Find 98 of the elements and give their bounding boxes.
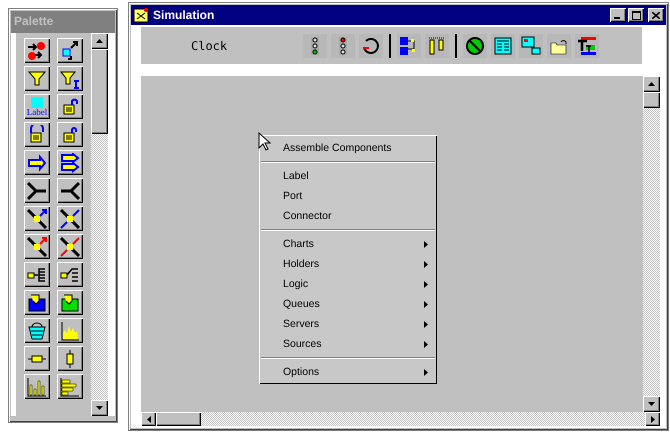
bar-chart-icon — [27, 376, 47, 396]
junction-icon — [27, 208, 47, 228]
toolbar-button[interactable] — [463, 34, 487, 58]
horizontal-bar-chart-icon — [60, 376, 80, 396]
up-arrow-icon — [648, 82, 655, 86]
palette-tool-button[interactable] — [57, 346, 83, 371]
scrollbar[interactable] — [91, 33, 108, 416]
tray-icon — [60, 292, 80, 312]
palette-tool-button[interactable] — [57, 122, 83, 147]
menu-item[interactable]: Queues — [259, 294, 437, 314]
scrollbar[interactable] — [643, 76, 660, 412]
mouse-pointer-icon — [258, 132, 272, 152]
double-arrow-icon — [60, 152, 80, 172]
app-icon — [133, 7, 149, 23]
menu-item[interactable]: Sources — [259, 334, 437, 354]
palette-tool-button[interactable] — [24, 318, 50, 343]
palette-tool-button[interactable] — [24, 38, 50, 63]
down-arrow-icon — [96, 406, 103, 410]
text-style-icon — [577, 36, 597, 56]
funnel-icon — [60, 68, 80, 88]
toolbar-button[interactable] — [425, 34, 449, 58]
merge-icon — [27, 180, 47, 200]
menu-item[interactable]: Port — [259, 186, 437, 206]
palette-tool-button[interactable] — [57, 234, 83, 259]
menu-item[interactable]: Label — [259, 166, 437, 186]
palette-tool-button[interactable] — [24, 150, 50, 175]
palette-tool-button[interactable] — [24, 262, 50, 287]
close-icon — [652, 12, 660, 18]
palette-tool-button[interactable] — [57, 262, 83, 287]
right-arrow-icon — [650, 416, 654, 422]
reset-icon — [361, 36, 381, 56]
scroll-down-button[interactable] — [91, 400, 108, 416]
window-title: Palette — [11, 11, 115, 33]
bucket-icon — [27, 320, 47, 340]
menu-item[interactable]: Servers — [259, 314, 437, 334]
palette-tool-button[interactable] — [24, 206, 50, 231]
menu-item[interactable]: Connector — [259, 206, 437, 226]
palette-tool-button[interactable] — [24, 178, 50, 203]
toolbar-button[interactable] — [397, 34, 421, 58]
palette-tool-button[interactable] — [57, 150, 83, 175]
toolbar-button[interactable] — [303, 34, 327, 58]
toolbar-button[interactable] — [359, 34, 383, 58]
junction-icon — [60, 236, 80, 256]
prohibited-icon — [465, 36, 485, 56]
menu-item[interactable]: Options — [259, 362, 437, 382]
palette-tool-button[interactable] — [24, 122, 50, 147]
square-arrows-icon — [60, 40, 80, 60]
scroll-up-button[interactable] — [643, 76, 660, 92]
palette-tool-button[interactable] — [57, 290, 83, 315]
window-title: Simulation — [153, 8, 216, 22]
toolbar-button[interactable] — [491, 34, 515, 58]
close-button[interactable] — [648, 8, 664, 22]
split-icon — [60, 180, 80, 200]
junction-icon — [27, 236, 47, 256]
toolbar-button[interactable] — [331, 34, 355, 58]
palette-tool-button[interactable] — [57, 178, 83, 203]
junction-icon — [60, 208, 80, 228]
maximize-button[interactable] — [628, 8, 644, 22]
scroll-left-button[interactable] — [141, 412, 156, 426]
palette-tool-button[interactable] — [57, 66, 83, 91]
up-arrow-icon — [96, 39, 103, 43]
minimize-button[interactable] — [610, 8, 626, 22]
square-icon — [31, 96, 43, 108]
histogram-icon — [60, 320, 80, 340]
palette-tool-button[interactable] — [24, 374, 50, 399]
columns-icon — [427, 36, 447, 56]
form-icon — [493, 36, 513, 56]
down-arrow-icon — [648, 402, 655, 406]
menu-item[interactable]: Charts — [259, 234, 437, 254]
maximize-icon — [632, 10, 640, 20]
label-tool-button[interactable]: Label — [24, 94, 50, 119]
left-arrow-icon — [146, 416, 150, 422]
tray-icon — [27, 292, 47, 312]
menu-item[interactable]: Holders — [259, 254, 437, 274]
scroll-up-button[interactable] — [91, 33, 108, 49]
palette-tool-button[interactable] — [57, 318, 83, 343]
toolbar-button[interactable] — [575, 34, 599, 58]
scroll-thumb[interactable] — [91, 49, 108, 134]
scrollbar[interactable] — [141, 412, 660, 426]
scroll-down-button[interactable] — [643, 396, 660, 412]
palette-tool-button[interactable] — [57, 206, 83, 231]
clock-label: Clock — [190, 38, 228, 52]
scroll-thumb[interactable] — [156, 412, 201, 426]
menu-item[interactable]: Logic — [259, 274, 437, 294]
toolbar-button[interactable] — [547, 34, 571, 58]
scroll-thumb[interactable] — [643, 92, 660, 108]
palette-tool-button[interactable] — [24, 346, 50, 371]
palette-tool-button[interactable] — [24, 234, 50, 259]
arrow-icon — [27, 152, 47, 172]
scroll-right-button[interactable] — [645, 412, 660, 426]
palette-tool-button[interactable] — [24, 66, 50, 91]
window-icon — [521, 36, 541, 56]
toolbar-button[interactable] — [519, 34, 543, 58]
palette-tool-button[interactable] — [57, 94, 83, 119]
funnel-icon — [27, 68, 47, 88]
palette-tool-button[interactable] — [24, 290, 50, 315]
palette-tool-button[interactable] — [57, 374, 83, 399]
palette-tool-button[interactable] — [57, 38, 83, 63]
